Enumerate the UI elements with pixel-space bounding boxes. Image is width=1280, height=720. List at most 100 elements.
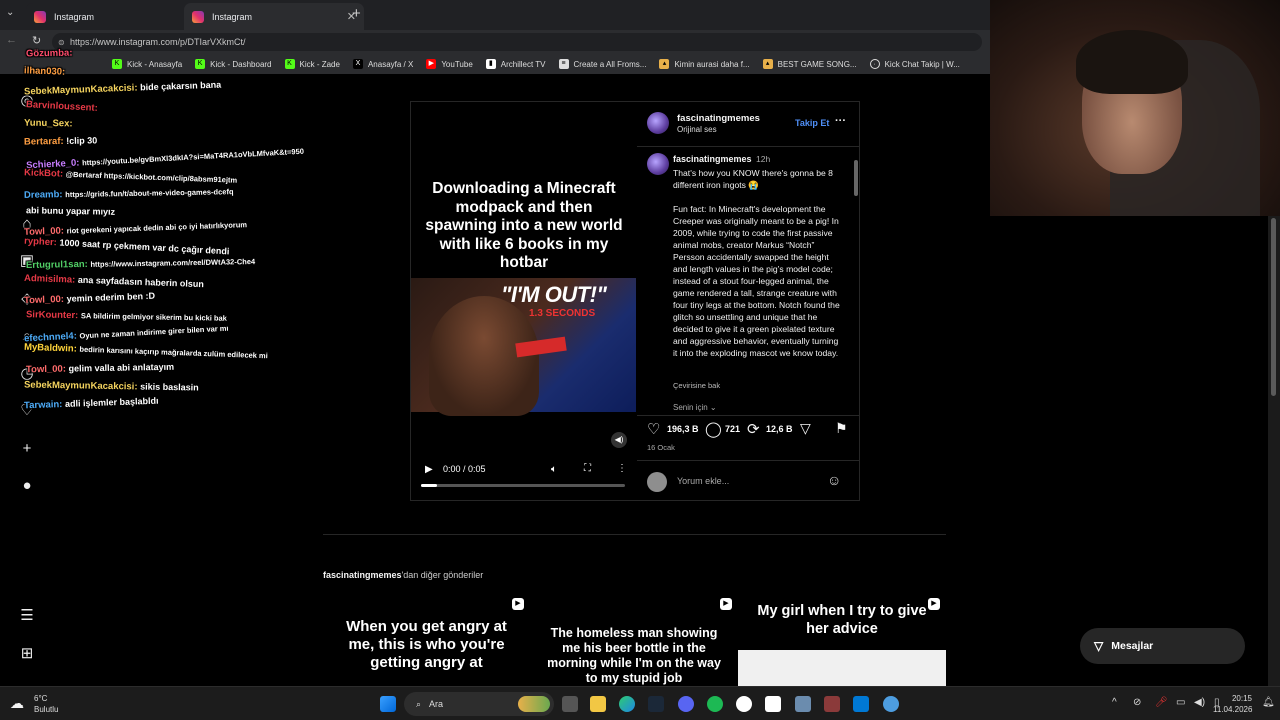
share-icon[interactable]: ▽: [800, 420, 811, 437]
video-progress-bar[interactable]: [421, 484, 625, 487]
tray-chevron-icon[interactable]: ^: [1112, 697, 1117, 708]
comments-scrollbar-thumb[interactable]: [854, 160, 858, 196]
clock-time[interactable]: 20:15: [1228, 694, 1252, 703]
more-posts-header: fascinatingmemes'dan diğer gönderiler: [323, 570, 483, 580]
mic-icon[interactable]: 🎤︎: [1155, 697, 1168, 708]
weather-icon[interactable]: ☁: [10, 695, 24, 712]
more-post-1[interactable]: ▶ When you get angry at me, this is who …: [323, 592, 530, 686]
comment-input[interactable]: Yorum ekle...: [677, 476, 729, 486]
game-icon[interactable]: [824, 696, 840, 712]
tab-instagram-1[interactable]: Instagram ✕: [26, 3, 206, 30]
video-options-icon[interactable]: ⋮: [617, 463, 627, 474]
heart-icon[interactable]: ♡: [18, 402, 36, 420]
fullscreen-icon[interactable]: ⛶: [584, 463, 591, 474]
divider: [637, 460, 859, 461]
app-icon[interactable]: [765, 696, 781, 712]
more-posts-user[interactable]: fascinatingmemes: [323, 570, 402, 580]
vscode-icon[interactable]: [853, 696, 869, 712]
reels-icon[interactable]: ▣: [18, 252, 36, 270]
youtube-icon: ▶: [426, 59, 437, 69]
profile-icon[interactable]: ●: [18, 477, 36, 495]
for-you-link[interactable]: Senin için ⌄: [673, 403, 717, 412]
messages-button[interactable]: ▽ Mesajlar: [1080, 628, 1245, 664]
more-options-button[interactable]: ···: [835, 115, 846, 127]
site-info-icon[interactable]: ⊜: [58, 38, 65, 47]
comment-icon[interactable]: ◯: [705, 420, 722, 438]
messages-label: Mesajlar: [1111, 640, 1154, 652]
app-2-icon[interactable]: [883, 696, 899, 712]
create-icon[interactable]: +: [18, 440, 36, 458]
kick-icon: K: [284, 59, 295, 69]
url-field[interactable]: ⊜ https://www.instagram.com/p/DTIarVXkmC…: [52, 33, 982, 51]
kick-icon: K: [195, 59, 206, 69]
send-icon: ▽: [1094, 639, 1104, 653]
volume-icon[interactable]: ◀): [1194, 697, 1205, 708]
spotify-icon[interactable]: [707, 696, 723, 712]
volume-icon[interactable]: 🔈︎: [551, 464, 557, 475]
file-explorer-icon[interactable]: [590, 696, 606, 712]
scrollbar-thumb[interactable]: [1271, 218, 1276, 396]
bookmark-kick-dashboard[interactable]: K Kick - Dashboard: [195, 59, 272, 69]
instagram-logo-icon[interactable]: ◎: [18, 92, 36, 110]
bookmark-kick-zade[interactable]: K Kick - Zade: [284, 59, 340, 69]
repost-icon[interactable]: ⟳: [747, 420, 760, 438]
like-icon[interactable]: ♡: [647, 420, 660, 438]
save-icon[interactable]: ⚑: [835, 420, 848, 437]
network-off-icon[interactable]: ⊘: [1133, 697, 1141, 708]
settings-icon[interactable]: [795, 696, 811, 712]
weather-temp: 6°C: [34, 694, 48, 703]
back-icon[interactable]: ←: [6, 34, 17, 46]
network-icon[interactable]: ▭: [1176, 697, 1185, 708]
x-icon: X: [352, 59, 363, 69]
bookmark-youtube[interactable]: ▶ YouTube: [426, 59, 473, 69]
tab-label: Instagram: [54, 11, 95, 22]
bookmark-create-froms[interactable]: ≡ Create a All Froms...: [558, 59, 646, 69]
bookmark-kimin-aurasi[interactable]: ▴ Kimin aurasi daha f...: [659, 59, 750, 69]
notifications-icon[interactable]: 🔔︎: [1262, 697, 1275, 708]
new-tab-button[interactable]: +: [352, 5, 361, 22]
bookmark-best-game-song[interactable]: ▴ BEST GAME SONG...: [762, 59, 857, 69]
search-icon[interactable]: ⌕: [18, 327, 36, 345]
menu-icon[interactable]: ☰: [18, 607, 36, 625]
explore-icon[interactable]: ◇: [18, 290, 36, 308]
home-icon[interactable]: ⌂: [18, 215, 36, 233]
edge-icon[interactable]: [619, 696, 635, 712]
comment-author[interactable]: fascinatingmemes: [673, 154, 752, 164]
comment-avatar[interactable]: [647, 153, 669, 175]
page-scrollbar[interactable]: [1268, 216, 1280, 686]
instagram-icon: [34, 10, 46, 23]
more-posts-suffix: 'dan diğer gönderiler: [401, 570, 484, 580]
reload-icon[interactable]: ↻: [32, 34, 41, 47]
comments-scrollbar[interactable]: [853, 150, 859, 412]
follow-button[interactable]: Takip Et: [795, 118, 829, 128]
comments-section[interactable]: fascinatingmemes 12h That's how you KNOW…: [637, 146, 859, 416]
apps-icon[interactable]: ⊞: [18, 645, 36, 663]
more-post-2[interactable]: ▶ The homeless man showing me his beer b…: [531, 592, 737, 686]
compass-icon[interactable]: ◷: [18, 365, 36, 383]
start-icon[interactable]: [380, 696, 396, 712]
clock-date[interactable]: 11.04.2026: [1213, 705, 1252, 714]
webcam-overlay: [990, 0, 1280, 216]
chevron-down-icon: ⌄: [709, 403, 717, 412]
play-icon[interactable]: ▶: [425, 464, 433, 475]
bookmark-kick-anasayfa[interactable]: K Kick - Anasayfa: [112, 59, 182, 69]
tab-list-button[interactable]: ⌄: [6, 7, 14, 18]
author-avatar[interactable]: [647, 112, 669, 134]
task-view-icon[interactable]: [562, 696, 578, 712]
discord-icon[interactable]: [678, 696, 694, 712]
address-bar-row: ← ↻ ⊜ https://www.instagram.com/p/DTIarV…: [0, 30, 990, 54]
more-post-3[interactable]: ▶ My girl when I try to give her advice: [738, 592, 946, 686]
mute-icon[interactable]: ◀): [611, 432, 627, 448]
epic-games-icon[interactable]: [736, 696, 752, 712]
author-name[interactable]: fascinatingmemes: [677, 113, 760, 124]
bookmark-x[interactable]: X Anasayfa / X: [352, 59, 413, 69]
post-video[interactable]: Downloading a Minecraft modpack and then…: [411, 102, 636, 500]
steam-icon[interactable]: [648, 696, 664, 712]
tab-instagram-2[interactable]: Instagram ✕: [184, 3, 364, 30]
audio-label[interactable]: Orijinal ses: [677, 125, 717, 134]
emoji-icon[interactable]: ☺: [827, 472, 841, 488]
see-translation-link[interactable]: Çevirisine bak: [673, 381, 720, 390]
bookmark-archillect[interactable]: ▮ Archillect TV: [485, 59, 546, 69]
bookmark-kick-chat-takip[interactable]: · Kick Chat Takip | W...: [869, 59, 960, 69]
post-date: 16 Ocak: [647, 443, 675, 452]
